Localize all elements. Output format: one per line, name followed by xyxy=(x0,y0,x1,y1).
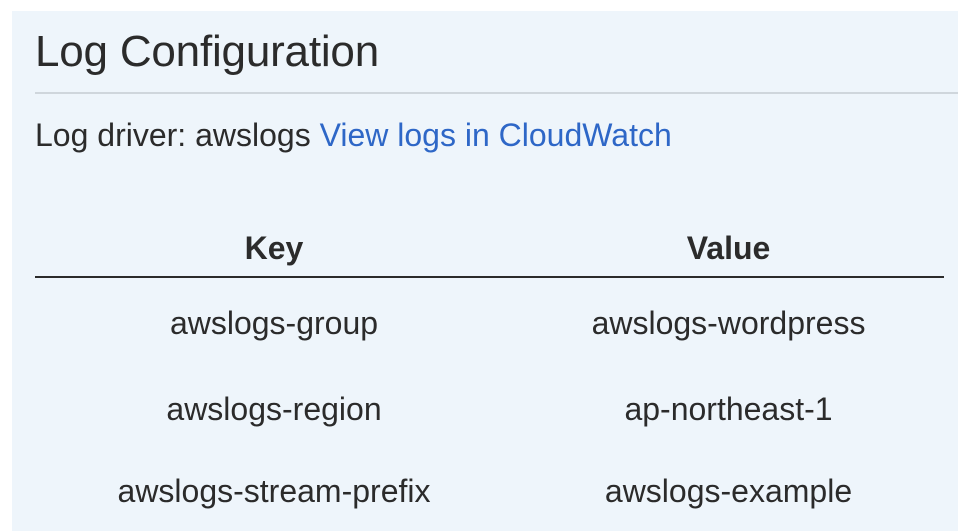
section-title: Log Configuration xyxy=(35,27,379,76)
log-driver-label: Log driver: awslogs xyxy=(35,117,311,153)
table-row: awslogs-region ap-northeast-1 xyxy=(35,368,944,450)
table-header-row: Key Value xyxy=(35,220,944,278)
option-key: awslogs-stream-prefix xyxy=(117,472,431,509)
log-driver-line: Log driver: awslogs View logs in CloudWa… xyxy=(35,115,672,155)
log-configuration-panel: Log Configuration Log driver: awslogs Vi… xyxy=(12,11,958,531)
option-key: awslogs-region xyxy=(166,390,382,427)
option-value: awslogs-wordpress xyxy=(591,304,866,341)
option-key: awslogs-group xyxy=(169,304,379,341)
key-column-header: Key xyxy=(35,220,513,278)
option-value: ap-northeast-1 xyxy=(624,390,833,427)
value-column-header: Value xyxy=(513,220,944,278)
log-options-table: Key Value awslogs-group awslogs-wordpres… xyxy=(35,220,944,532)
option-value: awslogs-example xyxy=(604,472,853,509)
table-row: awslogs-group awslogs-wordpress xyxy=(35,277,944,368)
view-logs-in-cloudwatch-link[interactable]: View logs in CloudWatch xyxy=(320,117,672,153)
title-divider xyxy=(35,92,958,94)
table-row: awslogs-stream-prefix awslogs-example xyxy=(35,450,944,532)
